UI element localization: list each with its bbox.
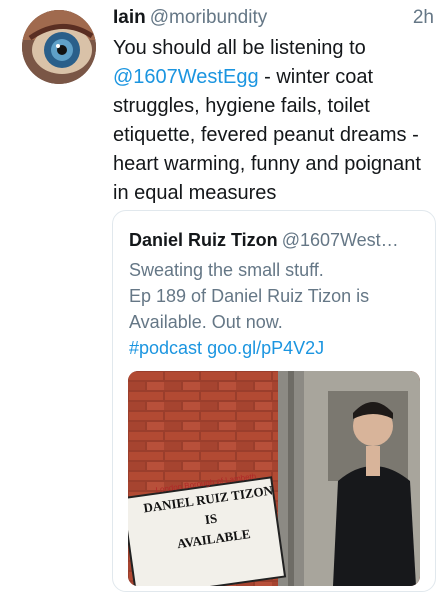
tweet-text: You should all be listening to @1607West… [113,34,438,208]
quoted-line-2: Ep 189 of Daniel Ruiz Tizon is Available… [129,286,370,332]
quoted-author-name: Daniel Ruiz Tizon [129,230,278,250]
avatar-image [22,10,96,84]
quoted-line-1: Sweating the small stuff. [129,260,324,280]
hashtag-link[interactable]: #podcast [129,338,202,358]
tweet[interactable]: Iain @moribundity 2h You should all be li… [0,0,442,592]
mention-link[interactable]: @1607WestEgg [113,66,259,88]
quoted-tweet[interactable]: Daniel Ruiz Tizon @1607West… Sweating the… [112,210,436,592]
author-handle[interactable]: @moribundity [150,7,268,28]
quoted-header: Daniel Ruiz Tizon @1607West… [129,229,419,251]
author-name[interactable]: Iain [113,7,146,28]
quoted-author-handle: @1607West… [281,230,399,250]
quoted-photo[interactable]: London Borough of Lambeth DANIEL RUIZ TI… [128,371,420,586]
tweet-text-start: You should all be listening to [113,37,366,59]
timestamp[interactable]: 2h [413,6,434,30]
avatar[interactable] [22,10,96,84]
quoted-text: Sweating the small stuff. Ep 189 of Dani… [129,257,425,361]
url-link[interactable]: goo.gl/pP4V2J [207,338,324,358]
tweet-header: Iain @moribundity 2h [113,6,434,30]
